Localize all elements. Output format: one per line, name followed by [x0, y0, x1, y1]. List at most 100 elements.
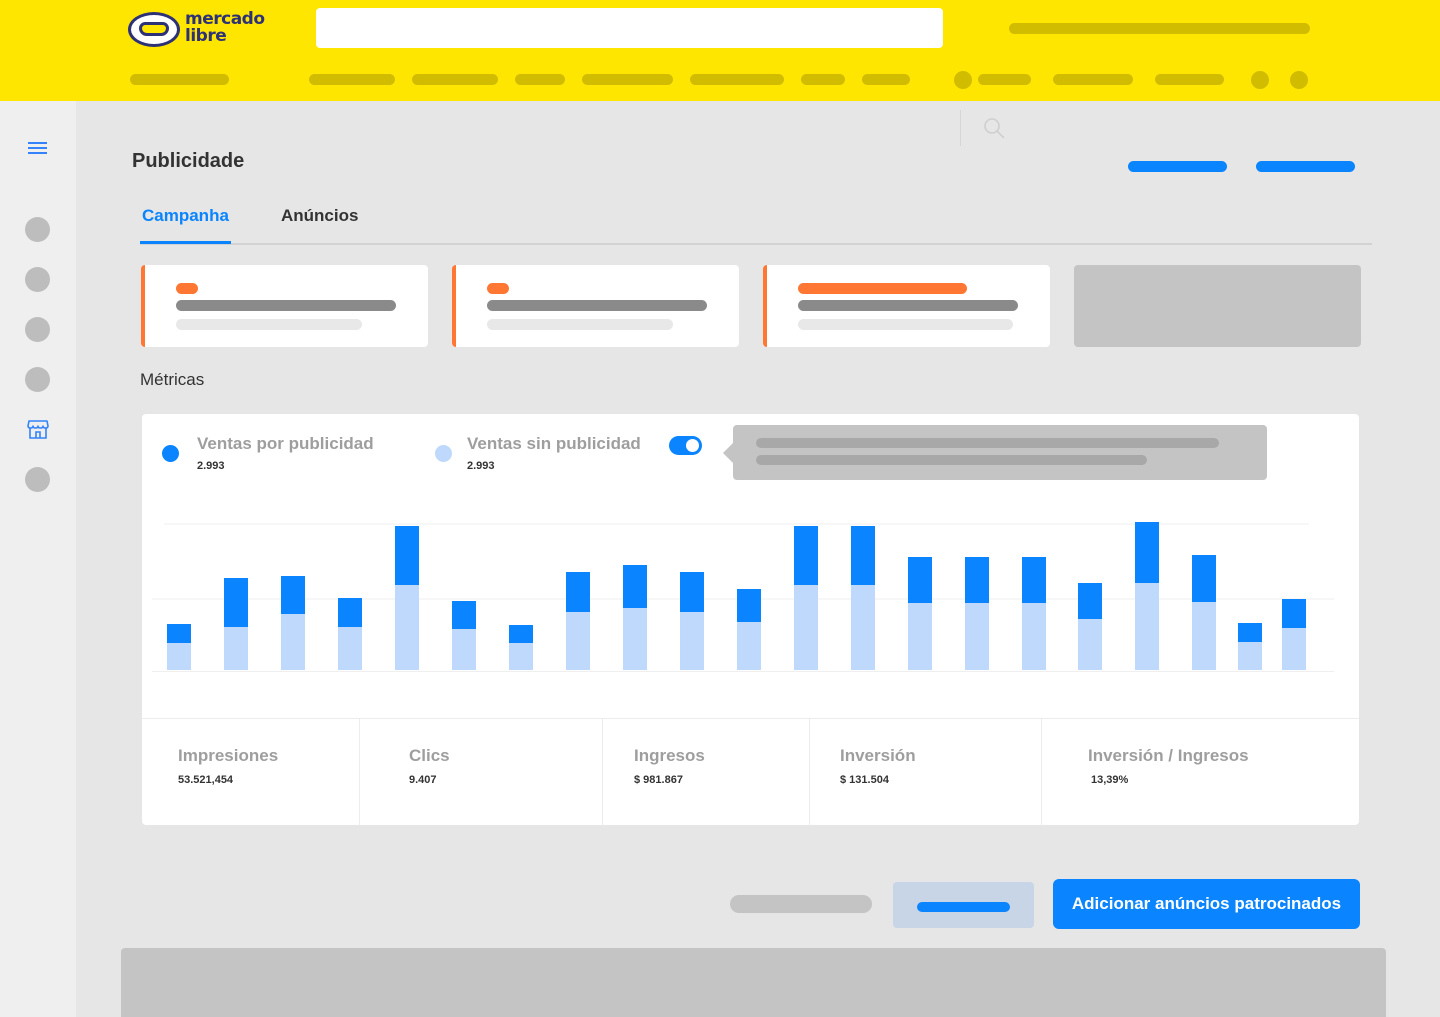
- bar-sin-publicidad[interactable]: [1135, 583, 1159, 670]
- bar-sin-publicidad[interactable]: [1282, 628, 1306, 670]
- metric-clics: Clics 9.407: [360, 719, 602, 826]
- bar-sin-publicidad[interactable]: [1238, 642, 1262, 670]
- metric-impresiones: Impresiones 53.521,454: [142, 719, 359, 826]
- mercado-libre-logo[interactable]: mercado libre: [128, 10, 268, 50]
- nav-icon-dot-2[interactable]: [1290, 71, 1308, 89]
- bar-sin-publicidad[interactable]: [851, 585, 875, 670]
- search-icon[interactable]: [982, 116, 1006, 140]
- nav-placeholder-10[interactable]: [1053, 74, 1133, 85]
- info-tooltip: [723, 425, 1267, 480]
- ads-toggle[interactable]: [669, 436, 702, 455]
- nav-icon-dot-1[interactable]: [1251, 71, 1269, 89]
- bar-sin-publicidad[interactable]: [737, 622, 761, 670]
- legend-name-ads: Ventas por publicidad: [197, 434, 374, 453]
- summary-card-2[interactable]: [452, 265, 739, 347]
- logo-wordmark: mercado libre: [185, 11, 265, 45]
- legend-dot-organic: [435, 445, 452, 462]
- summary-card-1[interactable]: [141, 265, 428, 347]
- bar-sin-publicidad[interactable]: [1192, 602, 1216, 670]
- bar-sin-publicidad[interactable]: [623, 608, 647, 670]
- bar-sin-publicidad[interactable]: [908, 603, 932, 670]
- bar-por-publicidad[interactable]: [680, 572, 704, 612]
- nav-avatar-dot[interactable]: [954, 71, 972, 89]
- bar-por-publicidad[interactable]: [1192, 555, 1216, 602]
- nav-placeholder-2[interactable]: [309, 74, 395, 85]
- nav-placeholder-3[interactable]: [412, 74, 498, 85]
- tabs: Campanha Anúncios: [140, 200, 1372, 245]
- sidebar-item-3[interactable]: [25, 317, 50, 342]
- secondary-button[interactable]: [893, 882, 1034, 928]
- legend-dot-ads: [162, 445, 179, 462]
- bar-sin-publicidad[interactable]: [338, 627, 362, 670]
- bar-por-publicidad[interactable]: [452, 601, 476, 629]
- nav-placeholder-7[interactable]: [801, 74, 845, 85]
- metrics-panel: Ventas por publicidad 2.993 Ventas sin p…: [142, 414, 1359, 826]
- nav-placeholder-5[interactable]: [582, 74, 673, 85]
- header-action-button-2[interactable]: [1256, 161, 1355, 172]
- bar-sin-publicidad[interactable]: [794, 585, 818, 670]
- bar-por-publicidad[interactable]: [737, 589, 761, 622]
- bar-por-publicidad[interactable]: [509, 625, 533, 643]
- header-action-button-1[interactable]: [1128, 161, 1227, 172]
- bar-por-publicidad[interactable]: [1238, 623, 1262, 642]
- metric-inversion-ingresos: Inversión / Ingresos 13,39%: [1042, 719, 1359, 826]
- legend-value-organic: 2.993: [467, 460, 495, 472]
- bar-sin-publicidad[interactable]: [680, 612, 704, 670]
- bar-por-publicidad[interactable]: [395, 526, 419, 585]
- tab-campanha[interactable]: Campanha: [142, 206, 229, 226]
- nav-placeholder-1[interactable]: [130, 74, 229, 85]
- summary-card-placeholder: [1074, 265, 1361, 347]
- summary-card-3[interactable]: [763, 265, 1050, 347]
- add-sponsored-ads-button[interactable]: Adicionar anúncios patrocinados: [1053, 879, 1360, 929]
- header-search-input[interactable]: [316, 8, 943, 48]
- sidebar-item-1[interactable]: [25, 217, 50, 242]
- bar-sin-publicidad[interactable]: [1022, 603, 1046, 670]
- bar-sin-publicidad[interactable]: [566, 612, 590, 670]
- metric-value: $ 131.504: [840, 774, 889, 786]
- bar-por-publicidad[interactable]: [1135, 522, 1159, 583]
- secondary-action-placeholder[interactable]: [730, 895, 872, 913]
- bar-sin-publicidad[interactable]: [224, 627, 248, 670]
- bar-por-publicidad[interactable]: [1282, 599, 1306, 628]
- nav-placeholder-9[interactable]: [978, 74, 1031, 85]
- bar-por-publicidad[interactable]: [224, 578, 248, 627]
- bar-por-publicidad[interactable]: [851, 526, 875, 585]
- bar-por-publicidad[interactable]: [1022, 557, 1046, 603]
- bar-sin-publicidad[interactable]: [167, 643, 191, 670]
- bar-por-publicidad[interactable]: [281, 576, 305, 614]
- metric-name: Ingresos: [634, 746, 705, 765]
- bar-sin-publicidad[interactable]: [1078, 619, 1102, 670]
- nav-placeholder-6[interactable]: [690, 74, 784, 85]
- store-icon[interactable]: [26, 417, 50, 441]
- bar-sin-publicidad[interactable]: [965, 603, 989, 670]
- bar-sin-publicidad[interactable]: [452, 629, 476, 670]
- metric-ingresos: Ingresos $ 981.867: [603, 719, 809, 826]
- bar-por-publicidad[interactable]: [794, 526, 818, 585]
- sidebar-item-4[interactable]: [25, 367, 50, 392]
- nav-placeholder-11[interactable]: [1155, 74, 1224, 85]
- page-title: Publicidade: [132, 150, 245, 172]
- tab-active-indicator: [140, 241, 231, 244]
- bar-por-publicidad[interactable]: [1078, 583, 1102, 619]
- bar-por-publicidad[interactable]: [908, 557, 932, 603]
- logo-text-line2: libre: [185, 26, 227, 46]
- bar-por-publicidad[interactable]: [965, 557, 989, 603]
- bar-sin-publicidad[interactable]: [395, 585, 419, 670]
- tab-anuncios[interactable]: Anúncios: [281, 206, 358, 226]
- top-header: mercado libre: [0, 0, 1440, 101]
- bar-sin-publicidad[interactable]: [281, 614, 305, 670]
- bar-por-publicidad[interactable]: [167, 624, 191, 643]
- sidebar-item-6[interactable]: [25, 467, 50, 492]
- bar-por-publicidad[interactable]: [338, 598, 362, 627]
- search-divider: [960, 110, 961, 146]
- metric-name: Inversión / Ingresos: [1088, 746, 1249, 765]
- nav-placeholder-4[interactable]: [515, 74, 565, 85]
- menu-icon[interactable]: [28, 142, 47, 156]
- bottom-content-placeholder: [121, 948, 1386, 1017]
- bar-sin-publicidad[interactable]: [509, 643, 533, 670]
- bar-por-publicidad[interactable]: [566, 572, 590, 612]
- sidebar-item-2[interactable]: [25, 267, 50, 292]
- metric-value: $ 981.867: [634, 774, 683, 786]
- nav-placeholder-8[interactable]: [862, 74, 910, 85]
- bar-por-publicidad[interactable]: [623, 565, 647, 608]
